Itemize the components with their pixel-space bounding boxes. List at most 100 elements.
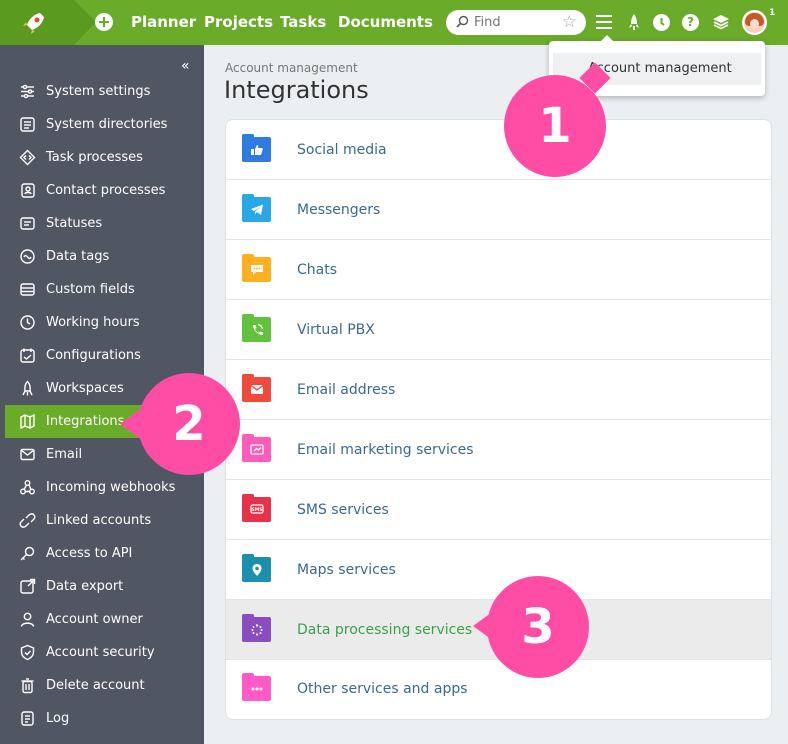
sidebar-item-label: Data tags bbox=[46, 249, 110, 264]
map-icon bbox=[20, 413, 35, 430]
logo[interactable] bbox=[0, 0, 96, 45]
integration-label[interactable]: Email address bbox=[297, 381, 395, 399]
page-title: Integrations bbox=[224, 76, 369, 104]
fields-icon bbox=[20, 283, 35, 296]
sidebar-item-label: Linked accounts bbox=[46, 513, 152, 528]
collapse-sidebar-icon[interactable]: « bbox=[181, 59, 190, 73]
notification-badge: 1 bbox=[769, 8, 776, 18]
sidebar-item-label: Contact processes bbox=[46, 183, 166, 198]
mail-marketing-icon bbox=[242, 434, 271, 462]
thumbs-up-icon bbox=[242, 134, 271, 162]
sidebar-item-configurations[interactable]: Configurations bbox=[5, 339, 204, 372]
sidebar-item-working-hours[interactable]: Working hours bbox=[5, 306, 204, 339]
sidebar-item-system-settings[interactable]: System settings bbox=[5, 75, 204, 108]
integration-label[interactable]: Social media bbox=[297, 141, 387, 159]
sidebar-item-label: Delete account bbox=[46, 678, 145, 693]
link-icon bbox=[19, 513, 36, 528]
timer-icon[interactable] bbox=[653, 14, 670, 31]
sidebar-item-data-export[interactable]: Data export bbox=[5, 570, 204, 603]
sidebar-item-label: Working hours bbox=[46, 315, 140, 330]
callout-2: 2 bbox=[120, 373, 240, 475]
sidebar-item-account-owner[interactable]: Account owner bbox=[5, 603, 204, 636]
nav-documents[interactable]: Documents bbox=[338, 13, 433, 31]
nav-planner[interactable]: Planner bbox=[131, 13, 196, 31]
sidebar-item-data-tags[interactable]: Data tags bbox=[5, 240, 204, 273]
breadcrumb[interactable]: Account management bbox=[225, 61, 358, 75]
svg-text:SMS: SMS bbox=[252, 507, 263, 513]
envelope-icon bbox=[242, 374, 271, 402]
sidebar-item-label: Data export bbox=[46, 579, 124, 594]
integration-row-chats[interactable]: Chats bbox=[226, 240, 771, 300]
help-icon[interactable]: ? bbox=[682, 14, 699, 31]
sidebar-item-label: Access to API bbox=[46, 546, 133, 561]
menu-icon[interactable] bbox=[596, 15, 612, 29]
phone-icon bbox=[242, 314, 271, 342]
sidebar-item-system-directories[interactable]: System directories bbox=[5, 108, 204, 141]
sidebar-item-label: System directories bbox=[46, 117, 168, 132]
avatar[interactable] bbox=[742, 10, 767, 35]
telegram-icon bbox=[242, 194, 271, 222]
sidebar-item-label: Email bbox=[46, 447, 83, 462]
integration-row-messengers[interactable]: Messengers bbox=[226, 180, 771, 240]
integration-label[interactable]: SMS services bbox=[297, 501, 389, 519]
integration-label[interactable]: Data processing services bbox=[297, 621, 472, 639]
map-pin-icon bbox=[242, 554, 271, 582]
add-button[interactable] bbox=[95, 13, 113, 31]
sms-icon: SMS bbox=[242, 494, 271, 522]
integration-row-email-address[interactable]: Email address bbox=[226, 360, 771, 420]
webhook-icon bbox=[20, 480, 35, 495]
layers-icon[interactable] bbox=[712, 13, 730, 31]
integration-row-maps-services[interactable]: Maps services bbox=[226, 540, 771, 600]
callout-3: 3 bbox=[473, 576, 589, 678]
mail-icon bbox=[20, 448, 35, 461]
config-icon bbox=[20, 348, 35, 363]
integration-label[interactable]: Chats bbox=[297, 261, 337, 279]
sidebar-item-custom-fields[interactable]: Custom fields bbox=[5, 273, 204, 306]
status-icon bbox=[20, 217, 35, 230]
sliders-icon bbox=[21, 84, 34, 99]
sidebar-item-label: Configurations bbox=[46, 348, 141, 363]
clock-icon bbox=[20, 315, 35, 330]
spinner-icon bbox=[242, 614, 271, 642]
sidebar-item-delete-account[interactable]: Delete account bbox=[5, 669, 204, 702]
integration-row-email-marketing-services[interactable]: Email marketing services bbox=[226, 420, 771, 480]
sidebar-item-label: Account security bbox=[46, 645, 155, 660]
integration-row-sms-services[interactable]: SMS SMS services bbox=[226, 480, 771, 540]
integration-label[interactable]: Maps services bbox=[297, 561, 396, 579]
sidebar-item-incoming-webhooks[interactable]: Incoming webhooks bbox=[5, 471, 204, 504]
integration-label[interactable]: Messengers bbox=[297, 201, 380, 219]
sidebar-item-statuses[interactable]: Statuses bbox=[5, 207, 204, 240]
sidebar-item-account-security[interactable]: Account security bbox=[5, 636, 204, 669]
sidebar-item-log[interactable]: Log bbox=[5, 702, 204, 735]
search-input[interactable]: Find ☆ bbox=[446, 10, 586, 35]
sidebar-item-label: System settings bbox=[46, 84, 151, 99]
rocket-logo-icon bbox=[23, 13, 44, 34]
chat-icon bbox=[242, 254, 271, 282]
star-icon[interactable]: ☆ bbox=[562, 13, 577, 31]
sidebar-item-label: Custom fields bbox=[46, 282, 135, 297]
integration-row-virtual-pbx[interactable]: Virtual PBX bbox=[226, 300, 771, 360]
contact-icon bbox=[21, 183, 35, 198]
tag-icon bbox=[20, 249, 35, 264]
sidebar-item-linked-accounts[interactable]: Linked accounts bbox=[5, 504, 204, 537]
integration-row-social-media[interactable]: Social media bbox=[226, 120, 771, 180]
top-bar: Planner Projects Tasks Documents Find ☆ … bbox=[0, 0, 788, 45]
trash-icon bbox=[21, 678, 34, 694]
rocket-icon[interactable] bbox=[625, 13, 643, 31]
sidebar-item-label: Integrations bbox=[46, 414, 125, 429]
integration-row-other-services-and-apps[interactable]: Other services and apps bbox=[226, 656, 771, 719]
integration-label[interactable]: Other services and apps bbox=[297, 680, 468, 698]
integration-label[interactable]: Virtual PBX bbox=[297, 321, 375, 339]
user-icon bbox=[20, 612, 35, 627]
sidebar-item-label: Task processes bbox=[46, 150, 143, 165]
sidebar-item-access-to-api[interactable]: Access to API bbox=[5, 537, 204, 570]
nav-tasks[interactable]: Tasks bbox=[280, 13, 326, 31]
sidebar-item-label: Account owner bbox=[46, 612, 143, 627]
integration-label[interactable]: Email marketing services bbox=[297, 441, 474, 459]
sidebar-item-label: Workspaces bbox=[46, 381, 124, 396]
sidebar-item-label: Statuses bbox=[46, 216, 103, 231]
sidebar-item-task-processes[interactable]: Task processes bbox=[5, 141, 204, 174]
sidebar-item-contact-processes[interactable]: Contact processes bbox=[5, 174, 204, 207]
search-icon bbox=[456, 15, 469, 28]
nav-projects[interactable]: Projects bbox=[204, 13, 273, 31]
